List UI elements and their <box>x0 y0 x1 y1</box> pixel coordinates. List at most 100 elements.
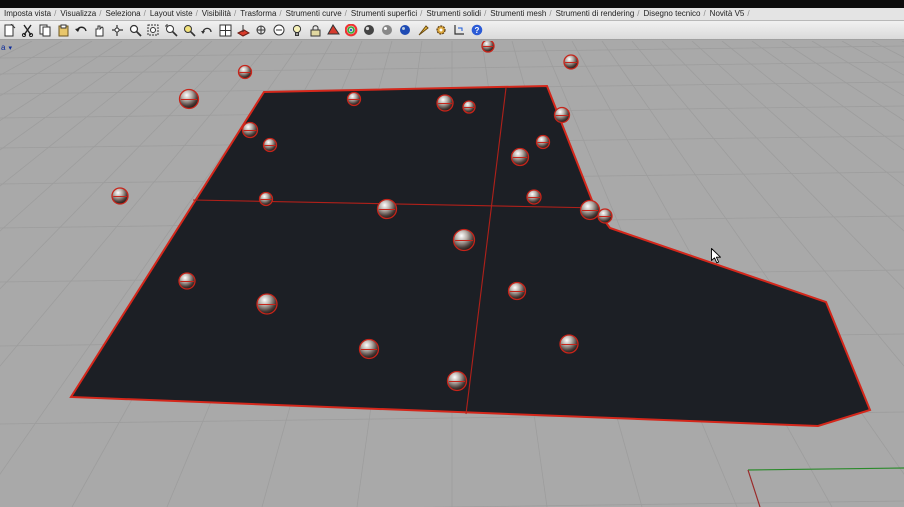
grid-button[interactable] <box>272 23 287 38</box>
move-icon <box>418 24 429 35</box>
control-point[interactable] <box>507 281 527 301</box>
menu-tab-2[interactable]: Visualizza <box>56 8 99 20</box>
control-point[interactable] <box>111 187 129 205</box>
control-point[interactable] <box>436 94 454 112</box>
render-color-button[interactable] <box>326 23 341 38</box>
undo-view-icon <box>201 27 212 34</box>
control-point[interactable] <box>553 106 571 124</box>
control-point[interactable] <box>178 272 196 290</box>
control-point[interactable] <box>376 198 398 220</box>
grid-icon <box>273 24 285 35</box>
control-point[interactable] <box>462 100 476 114</box>
control-point[interactable] <box>510 147 530 167</box>
osnap-button[interactable] <box>254 23 269 38</box>
dimension-icon <box>454 24 464 35</box>
cut-icon <box>21 24 34 37</box>
perspective-viewport[interactable] <box>0 41 904 507</box>
menu-tab-11[interactable]: Strumenti di rendering <box>552 8 638 20</box>
control-point[interactable] <box>452 228 476 252</box>
undo-view-button[interactable] <box>200 23 215 38</box>
menu-tab-6[interactable]: Trasforma <box>236 8 279 20</box>
color-wheel-icon <box>345 23 358 36</box>
control-point[interactable] <box>258 191 274 207</box>
svg-text:?: ? <box>475 26 480 35</box>
menu-tab-8[interactable]: Strumenti superfici <box>347 8 420 20</box>
pan-hand-icon <box>95 25 104 36</box>
four-viewports-button[interactable] <box>218 23 233 38</box>
menu-tab-4[interactable]: Layout viste <box>146 8 196 20</box>
control-point[interactable] <box>579 199 601 221</box>
material-sphere-icon <box>364 24 374 35</box>
copy-icon <box>39 24 51 36</box>
zoom-selected-button[interactable] <box>182 23 197 38</box>
lock-button[interactable] <box>308 23 323 38</box>
dimension-button[interactable] <box>452 23 467 38</box>
gear-options-icon <box>436 24 446 35</box>
toolbar-tab-bar: Imposta vista / Visualizza / Seleziona / Layou… <box>0 8 904 21</box>
pan-hand-button[interactable] <box>92 23 107 38</box>
help-icon: ? <box>471 24 483 35</box>
viewport-canvas[interactable] <box>0 41 904 507</box>
menu-tab-5[interactable]: Visibilità <box>198 8 234 20</box>
rotate-view-button[interactable] <box>110 23 125 38</box>
rotate-view-icon <box>112 24 123 36</box>
render-preview-button[interactable] <box>380 23 395 38</box>
help-button[interactable]: ? <box>470 23 485 38</box>
light-bulb-button[interactable] <box>290 23 305 38</box>
control-point[interactable] <box>535 134 551 150</box>
copy-button[interactable] <box>38 23 53 38</box>
zoom-selected-icon <box>184 24 196 37</box>
material-sphere-button[interactable] <box>362 23 377 38</box>
menu-tab-12[interactable]: Disegno tecnico <box>640 8 704 20</box>
menu-tab-10[interactable]: Strumenti mesh <box>486 8 549 20</box>
cut-button[interactable] <box>20 23 35 38</box>
control-point[interactable] <box>237 64 253 80</box>
render-button[interactable] <box>398 23 413 38</box>
menu-tab-1[interactable]: Imposta vista <box>0 8 54 20</box>
control-point[interactable] <box>526 189 542 205</box>
paste-icon <box>58 24 69 36</box>
zoom-window-button[interactable] <box>146 23 161 38</box>
color-wheel-button[interactable] <box>344 23 359 38</box>
new-document-button[interactable] <box>2 23 17 38</box>
zoom-window-icon <box>147 24 159 35</box>
control-point[interactable] <box>262 137 278 153</box>
lock-icon <box>310 24 321 36</box>
zoom-button[interactable] <box>128 23 143 38</box>
move-button[interactable] <box>416 23 431 38</box>
menu-tab-7[interactable]: Strumenti curve <box>282 8 345 20</box>
tab-separator: / <box>747 9 750 18</box>
control-point[interactable] <box>178 88 200 110</box>
control-point[interactable] <box>563 54 579 70</box>
render-icon <box>400 24 410 35</box>
control-point[interactable] <box>597 208 613 224</box>
standard-toolbar: ? <box>0 21 904 40</box>
mouse-cursor-icon <box>711 248 721 264</box>
control-point[interactable] <box>256 293 278 315</box>
control-point[interactable] <box>358 338 380 360</box>
cplane-button[interactable] <box>236 23 251 38</box>
control-point[interactable] <box>241 121 259 139</box>
light-bulb-icon <box>292 24 302 36</box>
window-top-strip <box>0 0 904 8</box>
gear-options-button[interactable] <box>434 23 449 38</box>
viewport-title: a <box>1 43 6 52</box>
zoom-extents-button[interactable] <box>164 23 179 38</box>
control-point[interactable] <box>481 41 495 53</box>
undo-icon <box>75 26 87 32</box>
new-document-icon <box>4 23 16 36</box>
cplane-icon <box>237 24 250 37</box>
zoom-extents-icon <box>165 24 178 37</box>
paste-button[interactable] <box>56 23 71 38</box>
osnap-icon <box>256 25 266 34</box>
control-point[interactable] <box>346 91 362 107</box>
menu-tab-13[interactable]: Novità V5 <box>706 8 748 20</box>
viewport-label[interactable]: a ▾ <box>0 43 23 52</box>
render-preview-icon <box>382 24 392 35</box>
viewport-menu-arrow-icon[interactable]: ▾ <box>8 45 12 52</box>
undo-button[interactable] <box>74 23 89 38</box>
control-point[interactable] <box>446 370 468 392</box>
control-point[interactable] <box>559 334 579 354</box>
menu-tab-3[interactable]: Seleziona <box>101 8 143 20</box>
menu-tab-9[interactable]: Strumenti solidi <box>422 8 484 20</box>
